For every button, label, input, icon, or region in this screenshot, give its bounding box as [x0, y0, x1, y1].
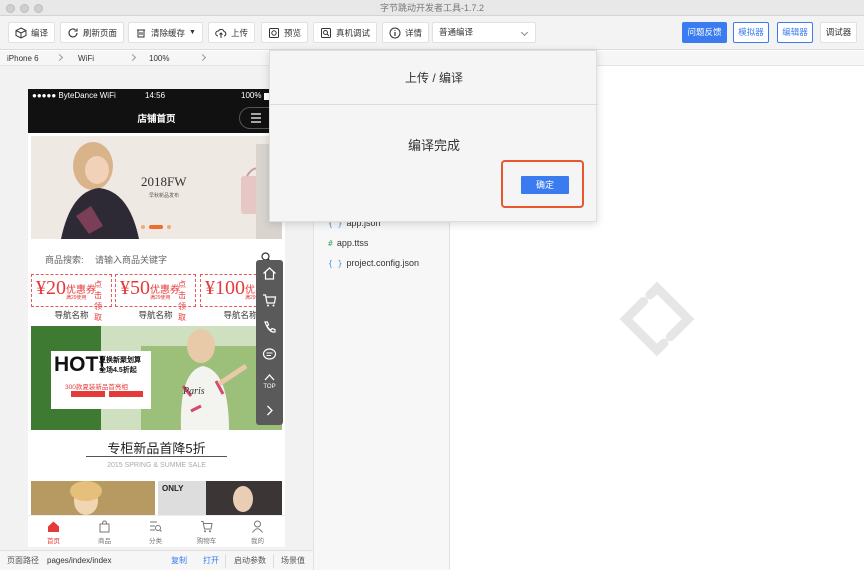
refresh-icon	[68, 27, 78, 37]
compile-button[interactable]: 编译	[8, 22, 56, 43]
simulator-panel: ●●●●● ByteDance WiFi 14:56 100% 店铺首页 201…	[0, 66, 313, 550]
section-title: 专柜新品首降5折	[107, 441, 206, 456]
home-icon	[48, 521, 59, 532]
search-label: 商品搜索:	[45, 255, 84, 265]
section-subtitle: 2015 SPRING & SUMME SALE	[107, 462, 206, 469]
tab-cart[interactable]: 购物车	[181, 516, 232, 547]
editor-toggle-button[interactable]: 编辑器	[777, 22, 813, 43]
json-file-icon: { }	[328, 259, 343, 268]
hero-banner[interactable]: 2018FW 早秋新品发布	[31, 136, 282, 239]
arrow-up-icon	[264, 374, 275, 381]
product-search[interactable]: 商品搜索: 请输入商品关键字	[28, 247, 285, 269]
window-title: 字节跳动开发者工具-1.7.2	[379, 3, 484, 13]
banner-subtitle: 早秋新品发布	[149, 193, 180, 199]
upload-compile-dialog: 上传 / 编译 编译完成 确定	[269, 50, 598, 222]
promo-line3: 300款夏装新品首亮相	[65, 384, 128, 391]
coupon-card[interactable]: ¥50 优惠券 满29使用 点击领取	[115, 274, 196, 322]
close-window-button[interactable]	[6, 4, 15, 13]
cart-icon	[201, 521, 213, 533]
file-item-project-config[interactable]: { } project.config.json	[328, 258, 419, 268]
menu-icon	[251, 113, 261, 123]
product-thumb[interactable]	[31, 481, 155, 515]
search-device-icon	[321, 27, 331, 38]
dialog-title: 上传 / 编译	[270, 51, 598, 105]
debugger-toggle-button[interactable]: 调试器	[820, 22, 857, 43]
remote-debug-button[interactable]: 真机调试	[313, 22, 378, 43]
details-button[interactable]: 详情	[382, 22, 430, 43]
tab-home[interactable]: 首页	[28, 516, 79, 547]
product-photo	[31, 481, 155, 515]
cube-icon	[15, 26, 27, 39]
coupon-card[interactable]: ¥20 优惠券 满29使用 点击领取	[31, 274, 112, 322]
zoom-window-button[interactable]	[34, 4, 43, 13]
promo-line1: 夏换新聚划算	[99, 357, 141, 364]
qrcode-scan-icon	[269, 27, 279, 38]
cart-icon[interactable]	[262, 293, 277, 308]
simulator-toggle-button[interactable]: 模拟器	[733, 22, 769, 43]
page-path-bar: 页面路径 pages/index/index 复制 打开 启动参数 场景值	[0, 550, 313, 570]
broom-icon	[137, 29, 145, 37]
user-icon	[252, 520, 263, 533]
upload-button[interactable]: 上传	[208, 22, 256, 43]
preview-button[interactable]: 预览	[261, 22, 309, 43]
brand-label: ONLY	[162, 484, 184, 493]
launch-params-button[interactable]: 启动参数	[234, 551, 266, 571]
info-icon	[389, 27, 401, 38]
toolbar: 编译 刷新页面 清除缓存 ▼ 上传 预览 真机调试 详情 普通编译 问题反馈 模…	[0, 16, 864, 50]
status-battery: 100%	[241, 91, 262, 100]
refresh-button[interactable]: 刷新页面	[60, 22, 125, 43]
banner-headline: 2018FW	[141, 174, 187, 189]
promo-card: HOT! 夏换新聚划算 全场4.5折起 300款夏装新品首亮相	[51, 351, 151, 409]
nav-link[interactable]: 导航名称	[115, 309, 196, 321]
page-path-value: pages/index/index	[47, 556, 112, 565]
floating-shortcut-bar: TOP	[256, 260, 283, 425]
tab-profile[interactable]: 我的	[232, 516, 283, 547]
style-file-icon: #	[328, 239, 333, 248]
status-carrier: ●●●●● ByteDance WiFi	[32, 91, 116, 100]
zoom-select[interactable]: 100%	[149, 51, 169, 66]
tab-products[interactable]: 商品	[79, 516, 130, 547]
chevron-right-icon	[198, 53, 207, 62]
search-input[interactable]: 请输入商品关键字	[95, 253, 167, 266]
copy-path-button[interactable]: 复制	[171, 551, 187, 571]
tab-category[interactable]: 分类	[130, 516, 181, 547]
feedback-button[interactable]: 问题反馈	[682, 22, 727, 43]
back-to-top-button[interactable]: TOP	[256, 384, 283, 390]
chevron-down-icon	[520, 28, 529, 37]
dialog-message: 编译完成	[407, 138, 460, 153]
bottom-tab-bar: 首页 商品 分类 购物车 我的	[28, 515, 285, 547]
promo-brand: Paris	[183, 386, 205, 397]
category-icon	[150, 521, 162, 532]
file-item-app-ttss[interactable]: # app.ttss	[328, 238, 368, 248]
promo-banner[interactable]: HOT! 夏换新聚划算 全场4.5折起 300款夏装新品首亮相 Paris	[31, 326, 282, 430]
bytedance-logo-icon	[619, 281, 695, 357]
clear-cache-button[interactable]: 清除缓存 ▼	[128, 22, 203, 43]
phone-icon[interactable]	[262, 320, 277, 335]
promo-line2: 全场4.5折起	[99, 367, 137, 374]
device-model-select[interactable]: iPhone 6	[7, 51, 39, 66]
dropdown-caret-icon: ▼	[189, 29, 196, 36]
nav-link[interactable]: 导航名称	[31, 309, 112, 321]
network-select[interactable]: WiFi	[78, 51, 94, 66]
open-path-button[interactable]: 打开	[203, 551, 219, 571]
status-time: 14:56	[145, 91, 166, 100]
cloud-upload-icon	[215, 28, 227, 38]
scene-value-button[interactable]: 场景值	[281, 551, 305, 571]
chevron-right-icon	[128, 53, 137, 62]
chevron-right-icon	[55, 53, 64, 62]
bag-icon	[99, 520, 110, 533]
ok-button[interactable]: 确定	[521, 176, 569, 194]
compile-mode-select[interactable]: 普通编译	[432, 22, 536, 43]
phone-status-bar: ●●●●● ByteDance WiFi 14:56 100%	[28, 89, 285, 103]
chat-icon[interactable]	[262, 347, 277, 362]
window-title-bar: 字节跳动开发者工具-1.7.2	[0, 0, 864, 16]
page-path-label: 页面路径	[7, 556, 39, 565]
product-thumb[interactable]: ONLY	[158, 481, 282, 515]
phone-screen[interactable]: ●●●●● ByteDance WiFi 14:56 100% 店铺首页 201…	[28, 89, 285, 547]
promo-hot: HOT!	[54, 353, 106, 376]
chevron-right-icon[interactable]	[262, 403, 277, 418]
minimize-window-button[interactable]	[20, 4, 29, 13]
home-icon[interactable]	[262, 266, 277, 281]
phone-nav-bar: 店铺首页	[28, 103, 285, 133]
